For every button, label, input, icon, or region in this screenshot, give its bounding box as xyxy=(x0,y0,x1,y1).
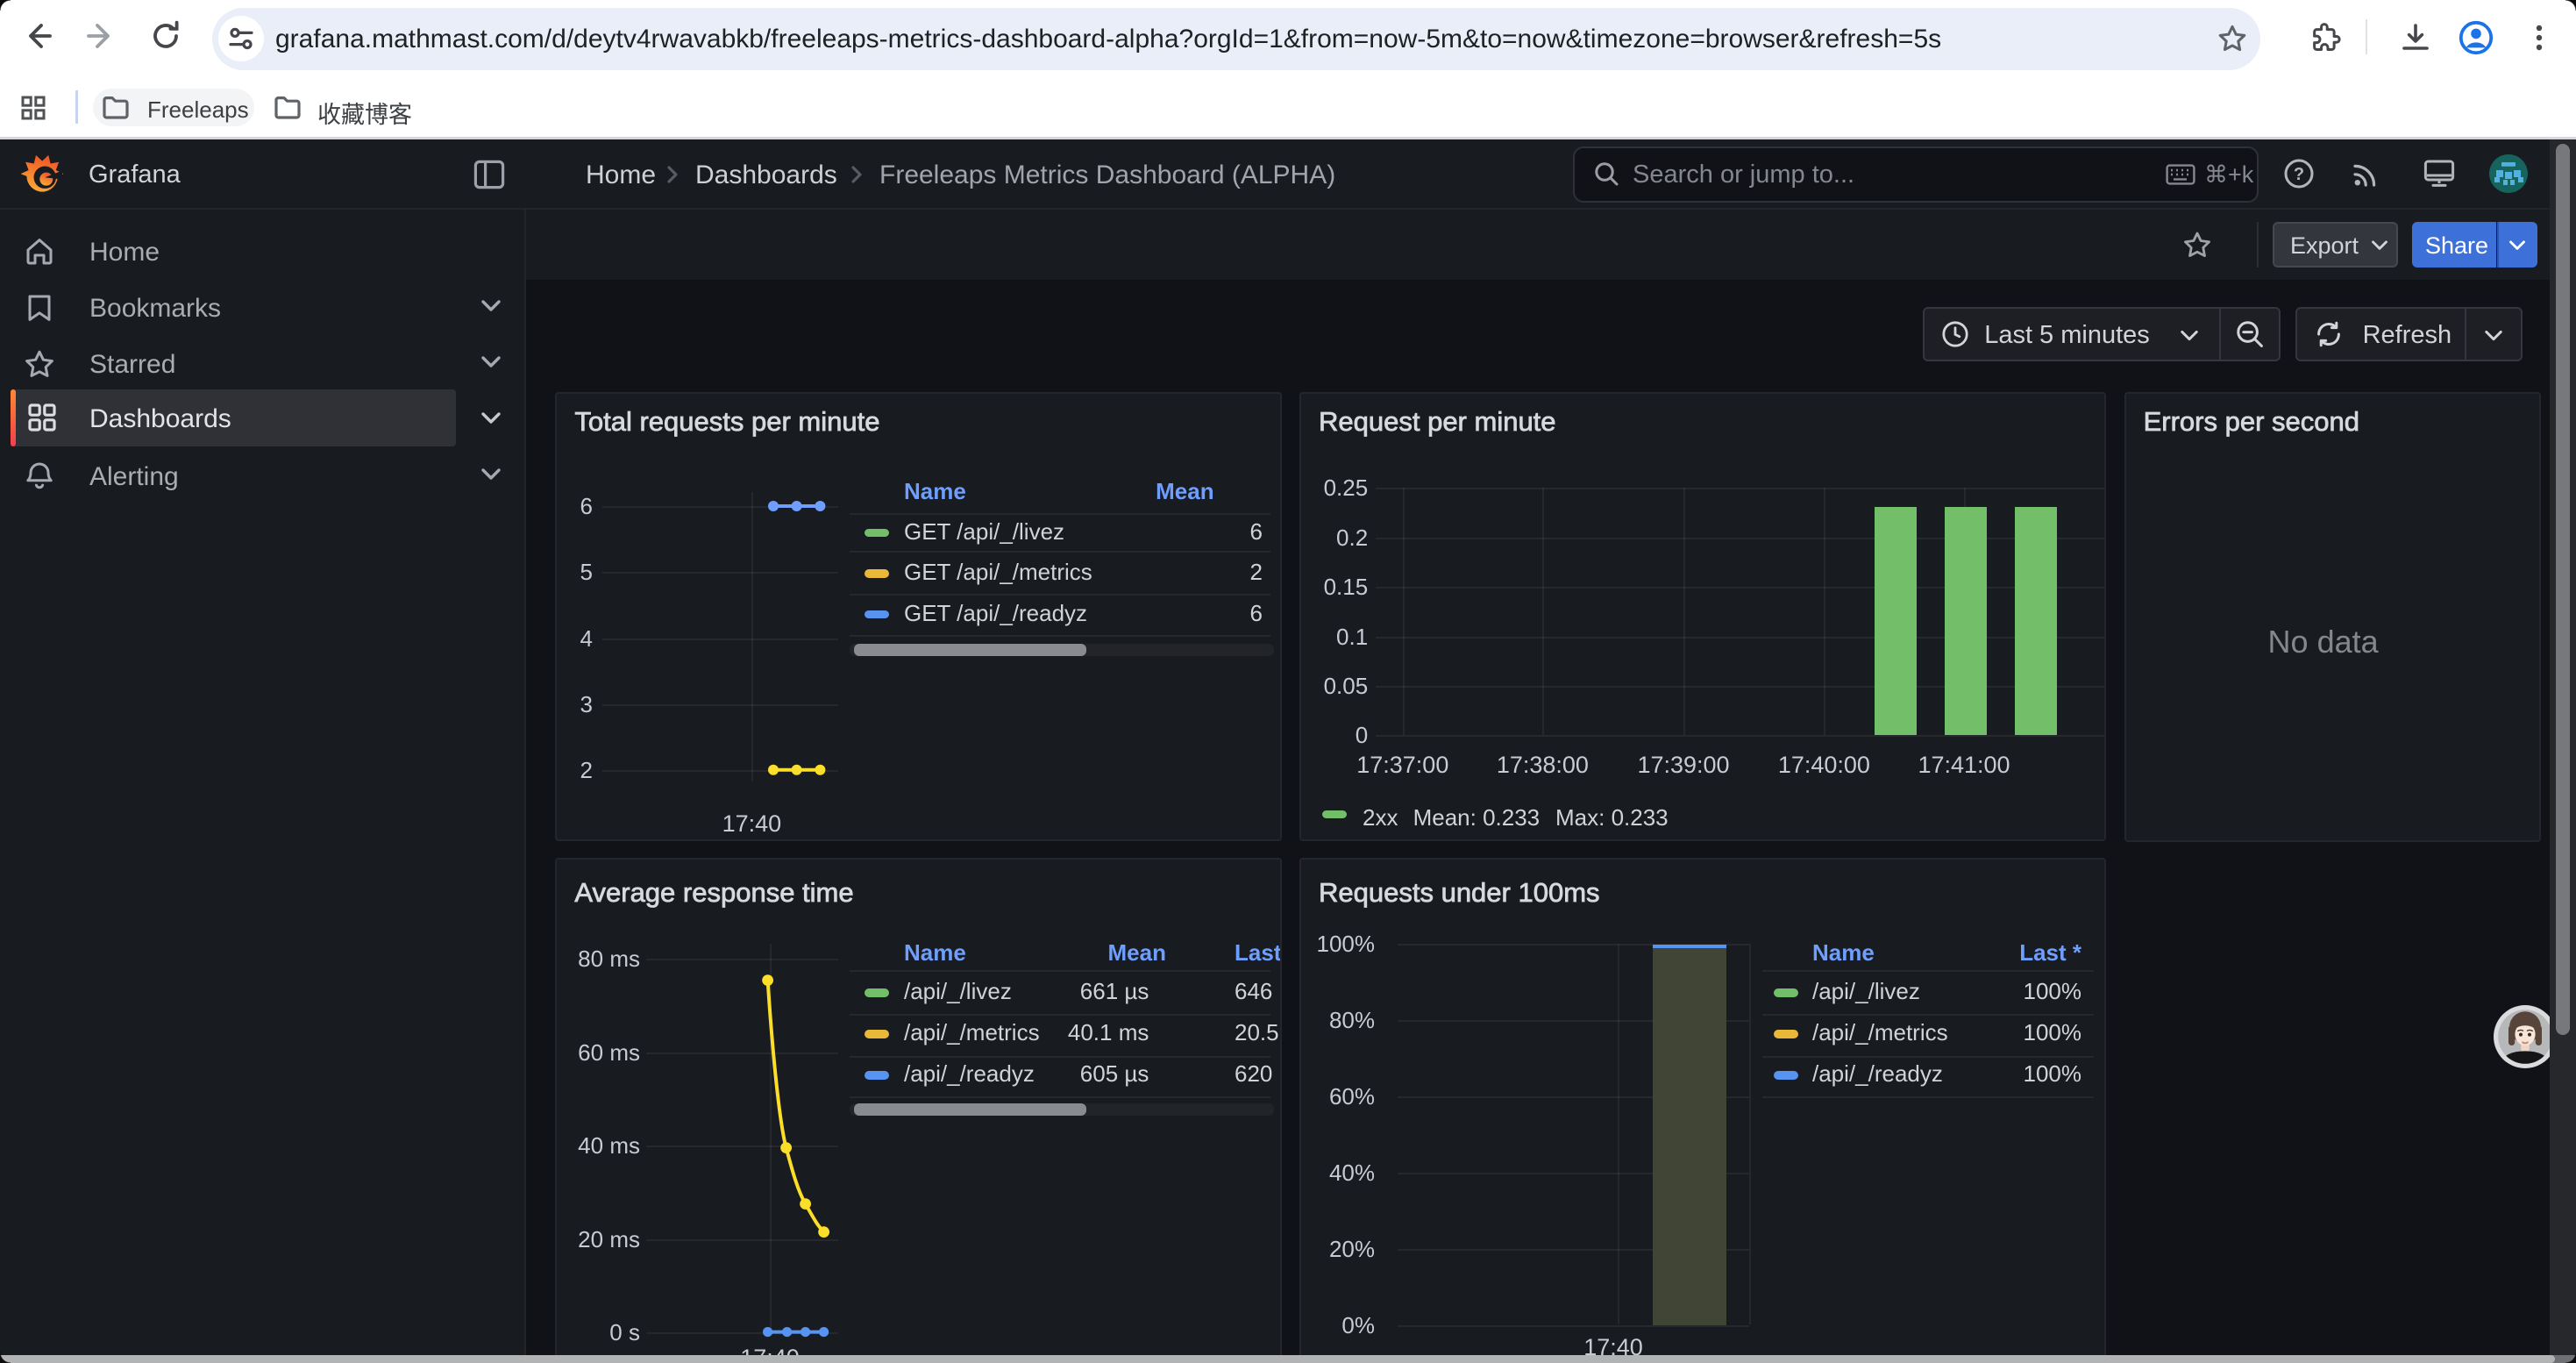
svg-text:?: ? xyxy=(2294,165,2304,184)
